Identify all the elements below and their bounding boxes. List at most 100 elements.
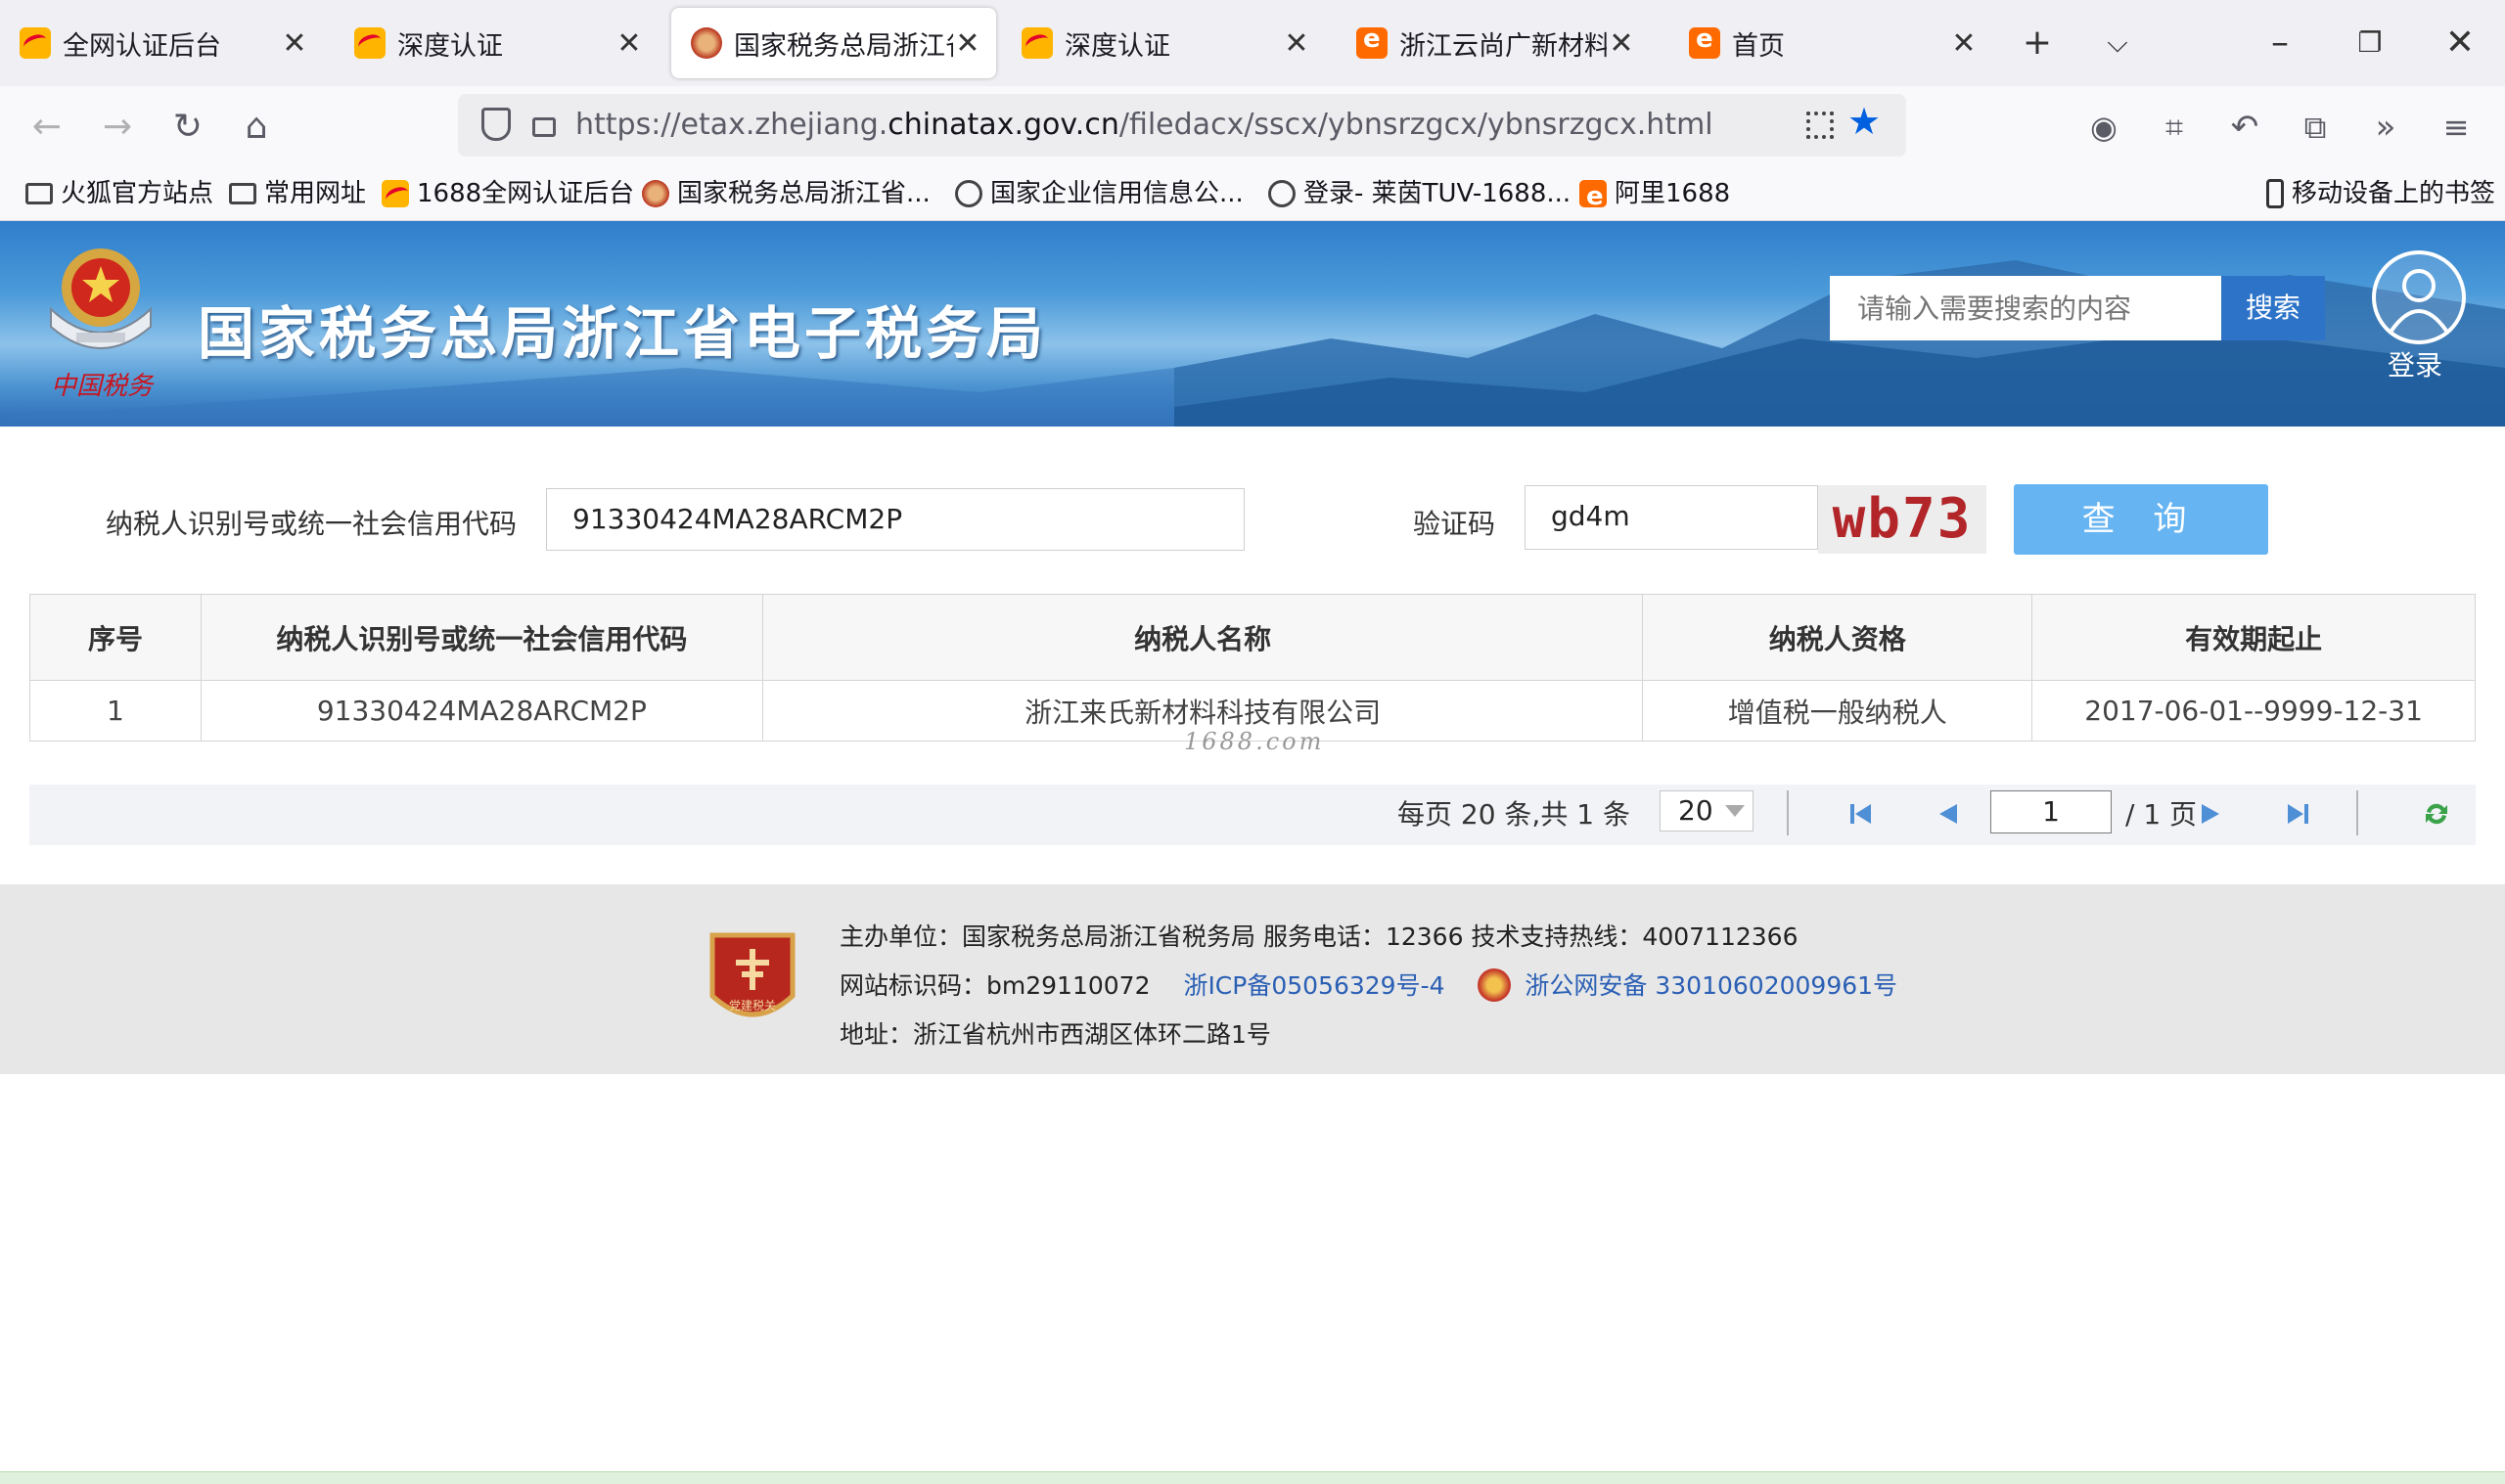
back-arrow-icon[interactable]: ← — [22, 102, 72, 153]
site-slogan: 中国税务 — [51, 372, 154, 401]
cell-taxpayer-id: 91330424MA28ARCM2P — [200, 680, 763, 742]
url-domain: chinatax.gov.cn — [888, 108, 1119, 142]
alibaba-1688-icon — [354, 27, 386, 59]
bookmark-item[interactable]: 阿里1688 — [1579, 174, 1730, 216]
bookmark-label: 国家税务总局浙江省... — [677, 179, 931, 208]
tab-title: 深度认证 — [397, 30, 503, 62]
tab-3-active[interactable]: 国家税务总局浙江省电子税务局 ✕ — [671, 8, 996, 78]
close-tab-icon[interactable]: ✕ — [615, 26, 644, 61]
site-search-button[interactable]: 搜索 — [2221, 276, 2325, 340]
close-tab-icon[interactable]: ✕ — [953, 26, 982, 61]
status-strip — [0, 1471, 2505, 1484]
first-page-icon[interactable] — [1845, 798, 1877, 830]
taxpayer-id-label: 纳税人识别号或统一社会信用代码 — [106, 508, 518, 540]
alibaba-1688-icon — [20, 27, 51, 59]
tab-6[interactable]: 首页 ✕ — [1669, 8, 1992, 78]
pager-summary: 每页 20 条,共 1 条 — [1397, 798, 1630, 831]
tab-4[interactable]: 深度认证 ✕ — [1002, 8, 1325, 78]
party-building-badge-icon[interactable]: 党建税关 — [706, 927, 798, 1031]
police-badge-icon — [1478, 968, 1512, 1002]
bookmark-item[interactable]: 国家税务总局浙江省... — [642, 174, 931, 213]
tracking-shield-icon[interactable] — [481, 108, 511, 141]
tax-bureau-icon — [691, 27, 722, 59]
captcha-label: 验证码 — [1413, 508, 1496, 540]
url-prefix: https://etax.zhejiang. — [575, 108, 888, 142]
last-page-icon[interactable] — [2282, 798, 2313, 830]
globe-icon — [1268, 180, 1296, 207]
screenshot-crop-icon[interactable]: ⌗ — [2149, 102, 2200, 153]
footer-site-id: 网站标识码：bm29110072 — [840, 971, 1151, 1000]
menu-hamburger-icon[interactable]: ≡ — [2431, 102, 2482, 153]
globe-icon — [955, 180, 982, 207]
site-title: 国家税务总局浙江省电子税务局 — [198, 300, 1048, 367]
previous-page-icon[interactable] — [1932, 798, 1963, 830]
bookmark-item[interactable]: 火狐官方站点 — [25, 174, 213, 213]
tax-bureau-icon — [642, 180, 669, 207]
refresh-icon[interactable] — [2421, 798, 2452, 830]
bookmark-item[interactable]: 1688全网认证后台 — [382, 174, 634, 213]
tax-emblem-icon — [50, 248, 152, 349]
lock-icon[interactable] — [532, 117, 556, 137]
tab-title: 首页 — [1732, 30, 1785, 62]
footer-organizer-line: 主办单位：国家税务总局浙江省税务局 服务电话：12366 技术支持热线：4007… — [840, 922, 1799, 951]
close-tab-icon[interactable]: ✕ — [280, 26, 309, 61]
bookmark-label: 1688全网认证后台 — [417, 179, 635, 208]
tab-5[interactable]: 浙江云尚广新材料有限公司 ✕ — [1337, 8, 1650, 78]
undo-arrow-icon[interactable]: ↶ — [2219, 102, 2270, 153]
address-bar[interactable]: https://etax.zhejiang.chinatax.gov.cn/fi… — [458, 94, 1906, 157]
alibaba-orange-icon — [1579, 177, 1607, 216]
restore-window-icon[interactable]: ❐ — [2341, 14, 2399, 72]
close-tab-icon[interactable]: ✕ — [1607, 26, 1636, 61]
bookmark-star-icon[interactable]: ★ — [1847, 100, 1881, 143]
site-search-input[interactable] — [1830, 276, 2221, 340]
login-link[interactable]: 登录 — [2388, 344, 2442, 383]
footer-record-line: 网站标识码：bm29110072 浙ICP备05056329号-4 浙公网安备 … — [840, 967, 1897, 1002]
close-window-icon[interactable]: ✕ — [2431, 14, 2489, 72]
column-header-taxpayer-id: 纳税人识别号或统一社会信用代码 — [200, 594, 763, 681]
qr-code-icon[interactable] — [1806, 112, 1834, 139]
watermark: 1688.com — [1184, 728, 1325, 755]
minimize-window-icon[interactable]: – — [2251, 14, 2309, 72]
close-tab-icon[interactable]: ✕ — [1282, 26, 1311, 61]
pager-divider — [1787, 790, 1789, 835]
bookmark-item[interactable]: 常用网址 — [229, 174, 366, 213]
query-button[interactable]: 查 询 — [2014, 484, 2268, 555]
pager-divider — [2356, 790, 2358, 835]
alibaba-1688-icon — [1022, 27, 1053, 59]
home-icon[interactable]: ⌂ — [231, 102, 282, 153]
table-header-row: 序号 纳税人识别号或统一社会信用代码 纳税人名称 纳税人资格 有效期起止 — [29, 594, 2476, 681]
bookmark-label: 国家企业信用信息公... — [990, 179, 1244, 208]
bookmark-item[interactable]: 国家企业信用信息公... — [955, 174, 1244, 213]
tab-title: 全网认证后台 — [63, 30, 221, 62]
reload-icon[interactable]: ↻ — [162, 102, 213, 153]
mobile-bookmarks[interactable]: 移动设备上的书签 — [2266, 174, 2495, 213]
page-size-select[interactable]: 20 — [1660, 790, 1754, 832]
list-tabs-chevron-icon[interactable]: ⌵ — [2088, 14, 2147, 72]
current-page-input[interactable]: 1 — [1990, 790, 2112, 833]
new-tab-icon[interactable]: + — [2008, 14, 2067, 72]
tab-2[interactable]: 深度认证 ✕ — [335, 8, 658, 78]
account-icon[interactable]: ◉ — [2078, 102, 2129, 153]
police-record-link[interactable]: 浙公网安备 33010602009961号 — [1525, 971, 1897, 1000]
captcha-input[interactable]: gd4m — [1525, 485, 1818, 550]
user-avatar-icon[interactable] — [2372, 250, 2466, 344]
folder-icon — [25, 183, 53, 204]
taxpayer-id-input[interactable]: 91330424MA28ARCM2P — [546, 488, 1245, 551]
icp-link[interactable]: 浙ICP备05056329号-4 — [1183, 971, 1444, 1000]
bookmarks-toolbar: 火狐官方站点 常用网址 1688全网认证后台 国家税务总局浙江省... 国家企业… — [0, 166, 2505, 221]
cell-index: 1 — [29, 680, 202, 742]
forward-arrow-icon[interactable]: → — [92, 102, 143, 153]
tab-1[interactable]: 全网认证后台 ✕ — [0, 8, 323, 78]
captcha-image[interactable]: wb73 — [1818, 485, 1986, 554]
close-tab-icon[interactable]: ✕ — [1949, 26, 1979, 61]
result-table: 序号 纳税人识别号或统一社会信用代码 纳税人名称 纳税人资格 有效期起止 1 9… — [29, 594, 2476, 742]
next-page-icon[interactable] — [2196, 798, 2227, 830]
bookmark-label: 移动设备上的书签 — [2292, 179, 2496, 208]
tab-title: 国家税务总局浙江省电子税务局 — [734, 30, 953, 62]
extensions-puzzle-icon[interactable]: ⧉ — [2290, 102, 2341, 153]
footer-address: 地址：浙江省杭州市西湖区体环二路1号 — [840, 1020, 1271, 1049]
overflow-chevrons-icon[interactable]: » — [2360, 102, 2411, 153]
badge-text: 党建税关 — [729, 998, 776, 1012]
bookmark-item[interactable]: 登录- 莱茵TUV-1688... — [1268, 174, 1571, 213]
url-text[interactable]: https://etax.zhejiang.chinatax.gov.cn/fi… — [575, 94, 1713, 157]
